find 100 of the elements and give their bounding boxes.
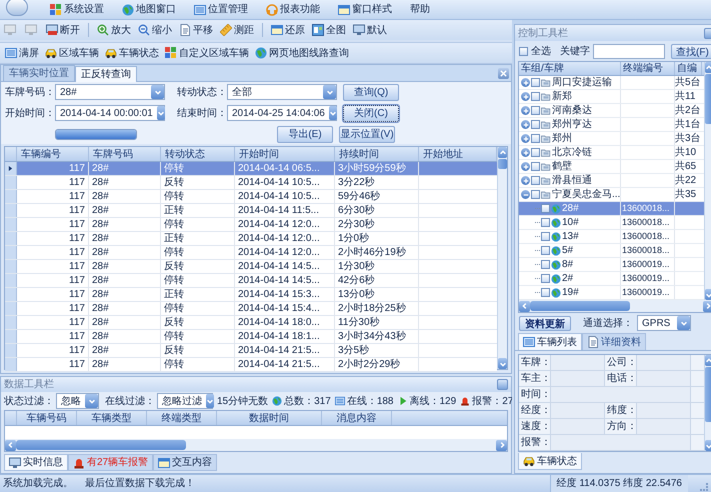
toolbar-button[interactable]: 默认	[351, 22, 389, 38]
panel-menu-button[interactable]	[497, 379, 508, 390]
menu-item[interactable]: 系统设置	[50, 2, 104, 17]
tree-row[interactable]: 8# 13600019...	[519, 258, 704, 272]
toolbar-button[interactable]: 断开	[44, 22, 82, 38]
app-logo-icon[interactable]	[6, 0, 28, 16]
tree-row[interactable]: 2# 13600019...	[519, 272, 704, 286]
scroll-down-button[interactable]	[498, 358, 507, 369]
toolbar-button[interactable]: 平移	[177, 22, 215, 38]
table-row[interactable]: 117 28# 停转 2014-04-14 10:5... 59分46秒	[5, 190, 497, 204]
tab[interactable]: 车辆列表	[518, 333, 582, 350]
table-row[interactable]: 117 28# 正转 2014-04-14 15:3... 13分0秒	[5, 288, 497, 302]
checkbox[interactable]	[531, 176, 540, 185]
expand-icon[interactable]	[521, 176, 530, 185]
toolbar-button[interactable]: 放大	[95, 22, 133, 38]
tree-row[interactable]: 北京冷链 共10	[519, 146, 704, 160]
keyword-input[interactable]	[593, 44, 665, 58]
refresh-button[interactable]: 资料更新	[519, 316, 571, 330]
dialog-button[interactable]: 显示位置(V)	[339, 126, 395, 142]
tree-row[interactable]: 郑州亨达 共1台	[519, 118, 704, 132]
scroll-down-button[interactable]	[704, 289, 711, 300]
column-header[interactable]: 终端类型	[147, 411, 217, 425]
column-header[interactable]: 车组/车牌	[519, 62, 621, 75]
toolbar-button[interactable]: 车辆状态	[104, 46, 160, 60]
checkbox[interactable]	[531, 190, 540, 199]
scrollbar-thumb[interactable]	[16, 440, 186, 450]
column-header[interactable]: 消息内容	[322, 411, 392, 425]
checkbox[interactable]	[531, 120, 540, 129]
checkbox[interactable]	[531, 106, 540, 115]
toolbar-button[interactable]: 自定义区域车辆	[164, 46, 250, 60]
checkbox[interactable]	[541, 274, 550, 283]
checkbox[interactable]	[531, 134, 540, 143]
checkbox[interactable]	[541, 204, 550, 213]
tree-row[interactable]: 19# 13600019...	[519, 286, 704, 300]
column-header[interactable]: 车辆编号	[17, 147, 89, 161]
online-filter-dropdown[interactable]: 忽略过滤	[157, 393, 213, 409]
plate-dropdown[interactable]: 28#	[55, 84, 165, 100]
table-row[interactable]: 117 28# 正转 2014-04-14 12:0... 1分0秒	[5, 232, 497, 246]
dialog-button[interactable]: 关闭(C)	[343, 104, 399, 122]
expand-icon[interactable]	[521, 134, 530, 143]
scroll-up-button[interactable]	[498, 147, 507, 158]
column-header[interactable]: 车辆类型	[77, 411, 147, 425]
table-row[interactable]: 117 28# 停转 2014-04-14 18:1... 3小时34分43秒	[5, 330, 497, 344]
state-dropdown[interactable]: 全部	[227, 84, 337, 100]
scrollbar-thumb[interactable]	[704, 74, 711, 124]
tree-row[interactable]: 郑州 共3台	[519, 132, 704, 146]
dialog-button[interactable]: 导出(E)	[277, 126, 333, 142]
tree-row[interactable]: 5# 13600018...	[519, 244, 704, 258]
dialog-button[interactable]: 查询(Q)	[343, 84, 399, 100]
expand-icon[interactable]	[521, 162, 530, 171]
checkbox[interactable]	[541, 288, 550, 297]
expand-icon[interactable]	[521, 120, 530, 129]
toolbar-button[interactable]: 缩小	[136, 22, 174, 38]
checkbox[interactable]	[531, 162, 540, 171]
toolbar-button[interactable]: 全图	[310, 22, 348, 38]
tab[interactable]: 正反转查询	[75, 66, 137, 82]
toolbar-button[interactable]: 满屏	[4, 46, 40, 60]
checkbox[interactable]	[531, 78, 540, 87]
menu-item[interactable]: 帮助	[410, 2, 430, 17]
scrollbar-track[interactable]	[704, 355, 711, 451]
expand-icon[interactable]	[521, 92, 530, 101]
tree-row[interactable]: 13# 13600018...	[519, 230, 704, 244]
menu-item[interactable]: 位置管理	[194, 2, 248, 17]
column-header[interactable]: 车牌号码	[89, 147, 161, 161]
find-button[interactable]: 查找(F)	[671, 44, 711, 58]
column-header[interactable]: 开始时间	[235, 147, 335, 161]
scrollbar-track[interactable]	[5, 439, 507, 451]
table-row[interactable]: 117 28# 反转 2014-04-14 14:5... 1分30秒	[5, 260, 497, 274]
checkbox[interactable]	[541, 218, 550, 227]
scrollbar-thumb[interactable]	[704, 367, 711, 422]
checkbox[interactable]	[541, 246, 550, 255]
column-header[interactable]: 持续时间	[335, 147, 419, 161]
tab[interactable]: 实时信息	[4, 454, 68, 471]
toolbar-button[interactable]: 区域车辆	[44, 46, 100, 60]
column-header[interactable]: 自编	[675, 62, 702, 75]
end-time-picker[interactable]: 2014-04-25 14:04:06	[227, 105, 337, 121]
checkbox[interactable]	[541, 232, 550, 241]
checkbox[interactable]	[519, 46, 528, 56]
table-row[interactable]: 117 28# 反转 2014-04-14 10:5... 3分22秒	[5, 176, 497, 190]
checkbox[interactable]	[541, 260, 550, 269]
tree-row[interactable]: 新郑 共11	[519, 90, 704, 104]
tree-row[interactable]: 周口安捷运输 共5台	[519, 76, 704, 90]
start-time-picker[interactable]: 2014-04-14 00:00:01	[55, 105, 165, 121]
scroll-left-button[interactable]	[5, 440, 16, 450]
tab[interactable]: 车辆状态	[518, 453, 582, 470]
column-header[interactable]: 终端编号	[621, 62, 675, 75]
checkbox[interactable]	[531, 92, 540, 101]
table-row[interactable]: 117 28# 正转 2014-04-14 11:5... 6分30秒	[5, 204, 497, 218]
column-header[interactable]: 转动状态	[161, 147, 235, 161]
table-row[interactable]: 117 28# 停转 2014-04-14 21:5... 2小时2分29秒	[5, 358, 497, 372]
toolbar-button[interactable]: 还原	[269, 22, 307, 38]
row-header[interactable]	[5, 162, 17, 175]
scrollbar-thumb[interactable]	[530, 301, 630, 311]
resize-grip-icon[interactable]	[700, 483, 708, 491]
tab[interactable]: 交互内容	[153, 454, 218, 471]
status-filter-dropdown[interactable]: 忽略	[56, 393, 99, 409]
column-header[interactable]: 车辆号码	[17, 411, 77, 425]
column-header[interactable]: 数据时间	[217, 411, 322, 425]
table-row[interactable]: 117 28# 停转 2014-04-14 12:0... 2分30秒	[5, 218, 497, 232]
scrollbar-track[interactable]	[519, 300, 711, 312]
